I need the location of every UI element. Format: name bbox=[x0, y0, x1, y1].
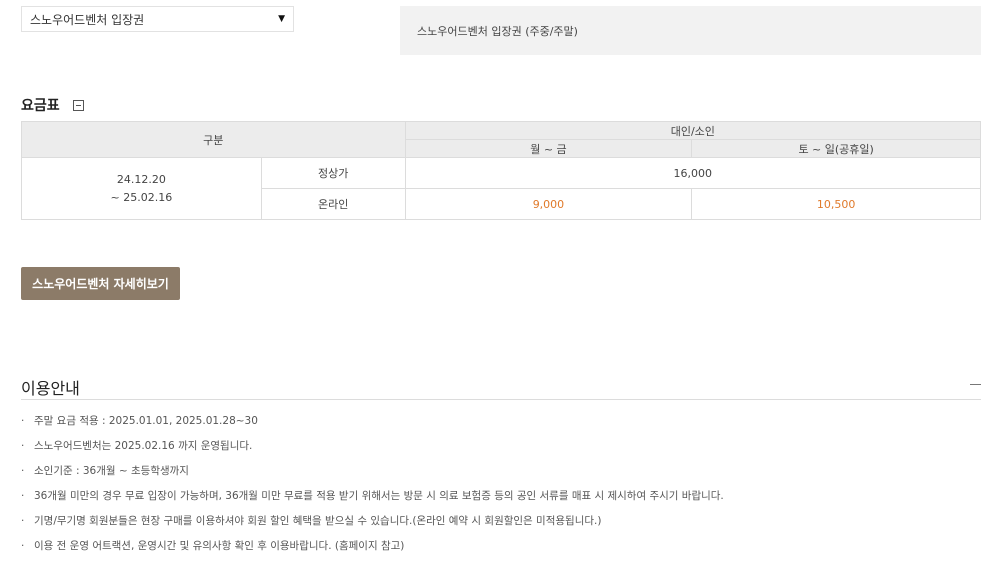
header-weekday: 월 ~ 금 bbox=[404, 139, 693, 158]
bullet-icon: · bbox=[21, 415, 25, 427]
detail-button-label: 스노우어드벤처 자세히보기 bbox=[32, 277, 169, 291]
list-item: · 36개월 미만의 경우 무료 입장이 가능하며, 36개월 미만 무료를 적용… bbox=[21, 486, 724, 511]
row-label-online: 온라인 bbox=[260, 188, 406, 220]
info-notes-list: · 주말 요금 적용 : 2025.01.01, 2025.01.28~30 · 스… bbox=[21, 411, 724, 561]
online-weekday-price: 9,000 bbox=[404, 188, 693, 220]
period-start: 24.12.20 bbox=[116, 172, 166, 186]
regular-price: 16,000 bbox=[404, 157, 982, 189]
header-group: 대인/소인 bbox=[404, 121, 982, 140]
price-table-title: 요금표 bbox=[21, 98, 60, 114]
period-end: ~ 25.02.16 bbox=[110, 190, 173, 204]
header-category: 구분 bbox=[21, 121, 406, 158]
bullet-icon: · bbox=[21, 490, 25, 502]
collapse-minus-icon[interactable] bbox=[72, 99, 84, 111]
list-item: · 이용 전 운영 어트랙션, 운영시간 및 유의사항 확인 후 이용바랍니다. … bbox=[21, 536, 724, 561]
header-weekend: 토 ~ 일(공휴일) bbox=[691, 139, 981, 158]
info-section-header: 이용안내 bbox=[21, 370, 981, 400]
list-item: · 스노우어드벤처는 2025.02.16 까지 운영됩니다. bbox=[21, 436, 724, 461]
price-table: 구분 대인/소인 월 ~ 금 토 ~ 일(공휴일) 24.12.20 ~ 25.… bbox=[21, 121, 982, 220]
list-item: · 기명/무기명 회원분들은 현장 구매를 이용하셔야 회원 할인 혜택을 받으실… bbox=[21, 511, 724, 536]
table-row: 24.12.20 ~ 25.02.16 정상가 16,000 bbox=[21, 157, 982, 220]
detail-button[interactable]: 스노우어드벤처 자세히보기 bbox=[21, 267, 180, 300]
bullet-icon: · bbox=[21, 515, 25, 527]
list-item: · 주말 요금 적용 : 2025.01.01, 2025.01.28~30 bbox=[21, 411, 724, 436]
collapse-icon[interactable] bbox=[970, 384, 981, 385]
ticket-select[interactable]: 스노우어드벤처 입장권 ▼ bbox=[21, 6, 294, 32]
selected-ticket-box: 스노우어드벤처 입장권 (주중/주말) bbox=[400, 6, 981, 55]
row-label-regular: 정상가 bbox=[260, 157, 406, 189]
online-weekend-price: 10,500 bbox=[691, 188, 981, 220]
selected-ticket-text: 스노우어드벤처 입장권 (주중/주말) bbox=[417, 24, 578, 38]
price-table-heading: 요금표 bbox=[21, 95, 84, 115]
bullet-icon: · bbox=[21, 540, 25, 552]
ticket-select-value: 스노우어드벤처 입장권 bbox=[30, 12, 145, 27]
list-item: · 소인기준 : 36개월 ~ 초등학생까지 bbox=[21, 461, 724, 486]
period-cell: 24.12.20 ~ 25.02.16 bbox=[21, 157, 262, 220]
bullet-icon: · bbox=[21, 440, 25, 452]
caret-down-icon: ▼ bbox=[278, 14, 285, 24]
bullet-icon: · bbox=[21, 465, 25, 477]
info-title: 이용안내 bbox=[21, 379, 80, 398]
